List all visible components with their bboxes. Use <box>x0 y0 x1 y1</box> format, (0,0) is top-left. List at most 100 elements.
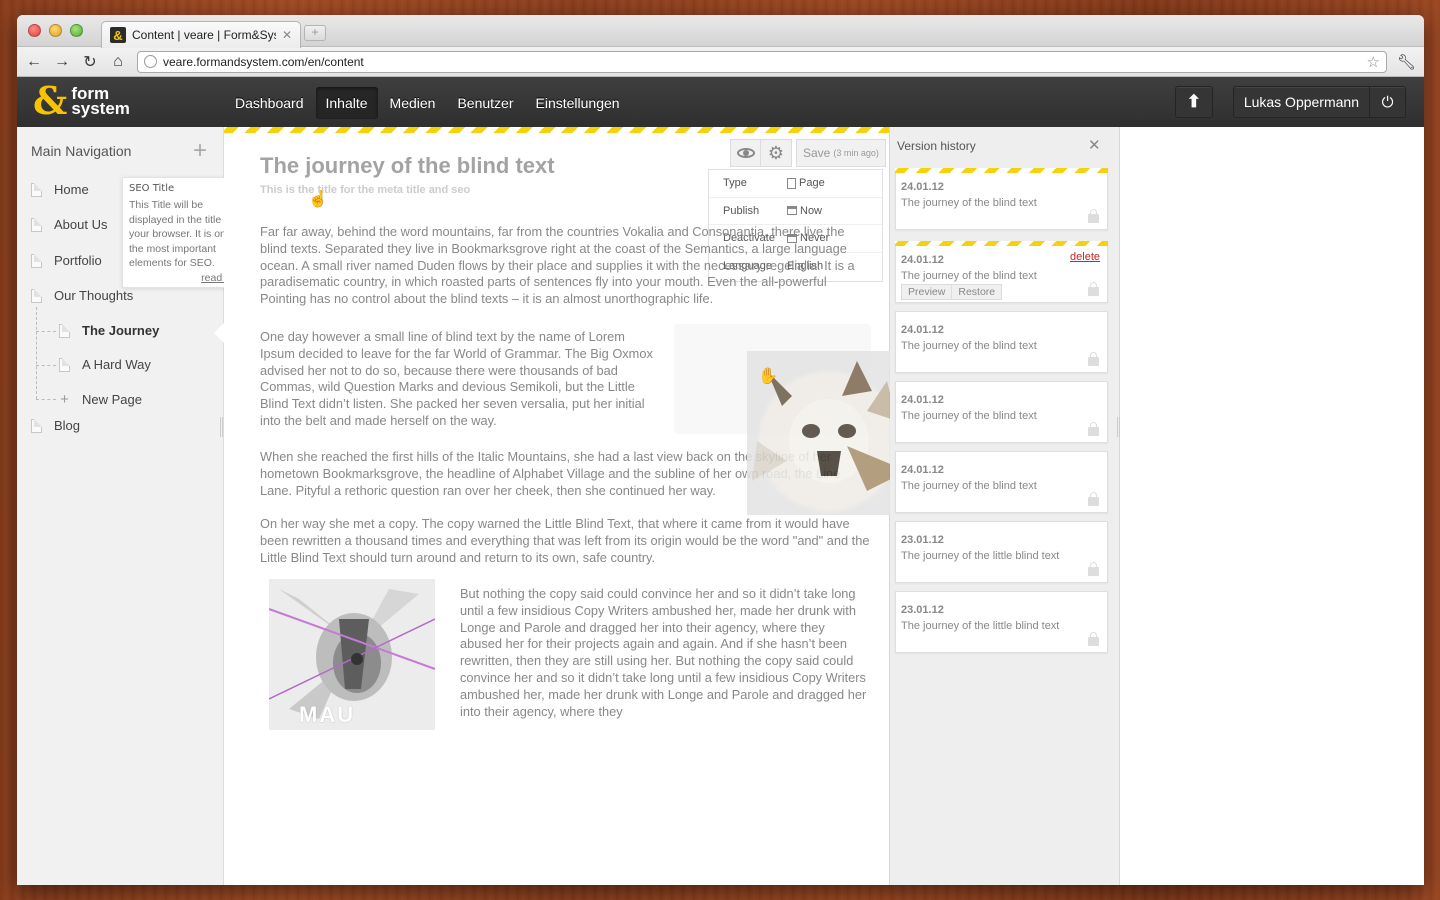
zoom-window-button[interactable] <box>70 24 83 37</box>
menu-dashboard[interactable]: Dashboard <box>225 87 314 119</box>
lock-icon[interactable] <box>1088 422 1099 436</box>
reload-icon[interactable]: ↻ <box>81 52 99 72</box>
sidebar-item-new-page[interactable]: + New Page <box>59 391 142 408</box>
version-card[interactable]: 24.01.12 The journey of the blind text <box>895 311 1108 373</box>
bookmark-star-icon[interactable]: ☆ <box>1367 53 1380 71</box>
paragraph[interactable]: One day however a small line of blind te… <box>260 329 660 430</box>
add-page-icon[interactable]: + <box>193 137 207 165</box>
logo-ampersand: & <box>33 78 68 123</box>
version-title: The journey of the little blind text <box>901 620 1060 632</box>
sidebar-item-home[interactable]: Home <box>31 182 89 197</box>
address-bar[interactable]: veare.formandsystem.com/en/content ☆ <box>137 50 1387 73</box>
page-title-input[interactable]: The journey of the blind text <box>260 153 555 179</box>
sidebar-item-label: A Hard Way <box>82 357 151 372</box>
prop-value: Now <box>800 204 823 217</box>
content-image[interactable]: MAU <box>269 579 435 730</box>
prop-key: Publish <box>723 204 760 217</box>
browser-tab[interactable]: & Content | veare | Form&System ✕ <box>101 21 301 48</box>
eye-icon <box>736 148 755 158</box>
version-title: The journey of the blind text <box>901 270 1037 282</box>
browser-titlebar: & Content | veare | Form&System ✕ + <box>17 15 1424 48</box>
page-icon <box>31 253 42 268</box>
sidebar-item-our-thoughts[interactable]: Our Thoughts <box>31 288 133 303</box>
settings-button[interactable]: ⚙ <box>761 139 792 167</box>
prop-type[interactable]: Type Page <box>709 170 882 198</box>
sidebar-title: Main Navigation <box>31 143 132 159</box>
lock-icon[interactable] <box>1088 632 1099 646</box>
sidebar-item-portfolio[interactable]: Portfolio <box>31 253 102 268</box>
page-icon <box>31 418 42 433</box>
version-card[interactable]: 24.01.12 The journey of the blind text <box>895 168 1108 230</box>
main-menu: Dashboard Inhalte Medien Benutzer Einste… <box>225 87 630 119</box>
logo[interactable]: & form system <box>33 82 130 120</box>
prop-publish[interactable]: Publish Now <box>709 198 882 225</box>
minimize-window-button[interactable] <box>49 24 62 37</box>
lock-icon[interactable] <box>1088 352 1099 366</box>
version-date: 24.01.12 <box>901 464 944 476</box>
lock-icon[interactable] <box>1088 209 1099 223</box>
hand-cursor-icon: ☝ <box>308 191 328 208</box>
close-icon[interactable]: ✕ <box>1088 136 1101 154</box>
save-label: Save <box>803 146 831 160</box>
upload-button[interactable]: ⬆ <box>1174 86 1213 118</box>
sidebar-item-the-journey[interactable]: The Journey <box>59 323 159 338</box>
version-card[interactable]: 24.01.12 The journey of the blind text <box>895 381 1108 443</box>
favicon-icon: & <box>110 27 126 43</box>
back-icon[interactable]: ← <box>25 53 43 71</box>
forward-icon[interactable]: → <box>53 53 71 71</box>
power-icon: ⏻ <box>1381 93 1394 111</box>
version-card[interactable]: 24.01.12 The journey of the blind text <box>895 451 1108 513</box>
lock-icon[interactable] <box>1088 562 1099 576</box>
wrench-icon[interactable]: 🔧︎ <box>1397 53 1416 71</box>
app-header: & form system Dashboard Inhalte Medien B… <box>17 77 1424 127</box>
save-time: (3 min ago) <box>833 148 879 158</box>
gear-icon: ⚙ <box>767 142 785 163</box>
sidebar-item-label: The Journey <box>82 323 160 338</box>
tab-title: Content | veare | Form&System <box>132 28 276 42</box>
sidebar-item-blog[interactable]: Blog <box>31 418 80 433</box>
sidebar-item-label: Blog <box>54 418 81 433</box>
version-title: The journey of the blind text <box>901 340 1037 352</box>
sidebar-item-a-hard-way[interactable]: A Hard Way <box>59 357 151 372</box>
save-button[interactable]: Save (3 min ago) <box>796 139 886 167</box>
delete-version-link[interactable]: delete <box>1070 251 1100 263</box>
menu-benutzer[interactable]: Benutzer <box>447 87 523 119</box>
plus-icon: + <box>60 391 69 408</box>
preview-button[interactable] <box>730 139 761 167</box>
sidebar-resize-handle[interactable] <box>220 417 223 437</box>
menu-inhalte[interactable]: Inhalte <box>315 87 378 119</box>
editor-toolbar: ⚙ Save (3 min ago) <box>730 139 886 167</box>
version-card[interactable]: 24.01.12 delete The journey of the blind… <box>895 241 1108 303</box>
version-card[interactable]: 23.01.12 The journey of the little blind… <box>895 591 1108 653</box>
user-menu: Lukas Oppermann ⏻ <box>1232 86 1406 118</box>
history-resize-handle[interactable] <box>1117 417 1120 437</box>
unsaved-stripe <box>224 127 889 133</box>
version-date: 23.01.12 <box>901 534 944 546</box>
logout-button[interactable]: ⏻ <box>1370 86 1406 118</box>
lock-icon[interactable] <box>1088 492 1099 506</box>
menu-medien[interactable]: Medien <box>380 87 446 119</box>
restore-version-button[interactable]: Restore <box>952 284 1003 300</box>
menu-einstellungen[interactable]: Einstellungen <box>526 87 630 119</box>
header-actions: ⬆ Lukas Oppermann ⏻ <box>1174 86 1406 118</box>
version-history-title: Version history <box>897 139 976 153</box>
home-icon[interactable]: ⌂ <box>109 53 127 71</box>
preview-version-button[interactable]: Preview <box>901 284 953 300</box>
sidebar-item-about-us[interactable]: About Us <box>31 217 107 232</box>
new-tab-button[interactable]: + <box>304 25 326 41</box>
tab-close-icon[interactable]: ✕ <box>282 28 292 42</box>
version-history-panel: Version history ✕ 24.01.12 The journey o… <box>890 127 1120 885</box>
paragraph[interactable]: But nothing the copy said could convince… <box>460 586 868 720</box>
user-name-button[interactable]: Lukas Oppermann <box>1232 86 1370 118</box>
close-window-button[interactable] <box>28 24 41 37</box>
window-controls <box>28 24 83 37</box>
lock-icon[interactable] <box>1088 282 1099 296</box>
version-title: The journey of the blind text <box>901 480 1037 492</box>
meta-title-input[interactable]: This is the title for the meta title and… <box>260 184 470 196</box>
paragraph[interactable]: On her way she met a copy. The copy warn… <box>260 516 870 566</box>
version-actions: Preview Restore <box>901 284 1003 300</box>
url-text[interactable]: veare.formandsystem.com/en/content <box>163 55 1361 69</box>
version-card[interactable]: 23.01.12 The journey of the little blind… <box>895 521 1108 583</box>
sidebar-item-label: New Page <box>82 392 142 407</box>
paragraph[interactable]: Far far away, behind the word mountains,… <box>260 224 870 308</box>
